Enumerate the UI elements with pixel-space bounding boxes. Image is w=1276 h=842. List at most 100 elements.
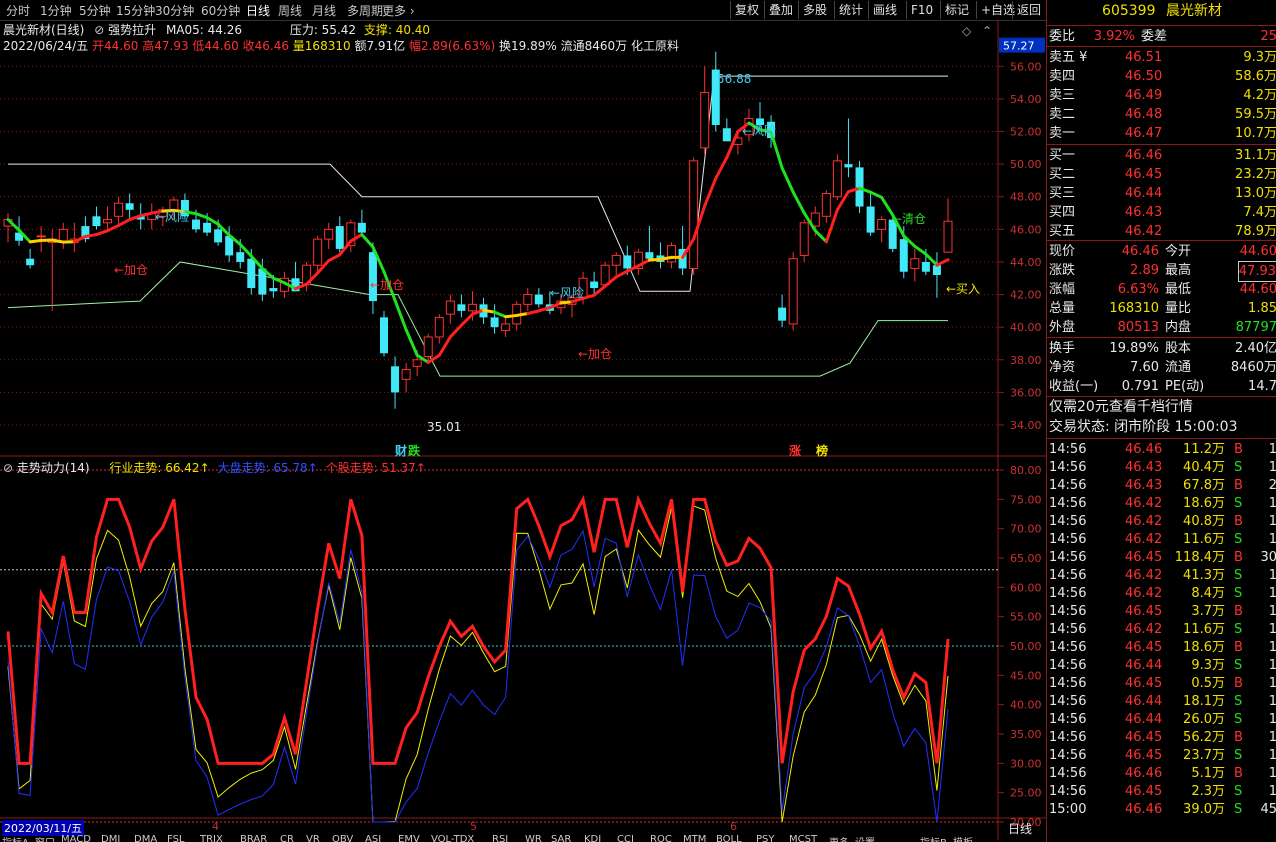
- period-tab-5[interactable]: 60分钟: [201, 2, 240, 19]
- event-rise[interactable]: 涨: [789, 442, 801, 459]
- toolbar-button-6[interactable]: 标记: [940, 1, 973, 19]
- indicator-tab-20[interactable]: MTM: [683, 834, 706, 842]
- event-finance[interactable]: 财: [395, 442, 407, 459]
- indicator-tab-27[interactable]: 模板: [953, 834, 973, 842]
- price-axis-label: 36.00: [1010, 386, 1042, 399]
- indicator-tab-25[interactable]: 设置: [855, 834, 875, 842]
- toolbar-button-3[interactable]: 统计: [834, 1, 867, 19]
- tick-time: 14:56: [1049, 496, 1087, 511]
- period-tab-7[interactable]: 周线: [278, 2, 302, 19]
- candle-body: [832, 160, 842, 198]
- candle-body: [590, 281, 599, 289]
- indicator-tab-17[interactable]: KDJ: [584, 834, 601, 842]
- tick-count: 1: [1269, 566, 1276, 585]
- promo-link[interactable]: 仅需20元查看千档行情: [1049, 398, 1276, 417]
- indicator-tab-1[interactable]: 窗口: [35, 834, 55, 842]
- indicator-tab-8[interactable]: CR: [280, 834, 294, 842]
- candle-body: [401, 369, 411, 380]
- indicator-tab-23[interactable]: MCST: [789, 834, 817, 842]
- indicator-tabs: 指标A 窗口 MACD DMI DMA FSL TRIX BRAR CR VR OBV ASI EMV V…: [0, 834, 1046, 842]
- candle-body: [467, 303, 477, 312]
- diamond-icon[interactable]: ◇: [962, 24, 971, 38]
- stat-label: 换手: [1049, 341, 1076, 356]
- period-tab-6[interactable]: 日线: [246, 2, 270, 19]
- toolbar-button-1[interactable]: 叠加: [764, 1, 797, 19]
- event-list[interactable]: 榜: [816, 442, 828, 459]
- period-tab-8[interactable]: 月线: [312, 2, 336, 19]
- collapse-icon[interactable]: ⊘: [94, 23, 104, 37]
- ma-line-segment: [482, 308, 497, 314]
- period-tab-10[interactable]: 更多 ›: [382, 2, 415, 19]
- indicator-tab-2[interactable]: MACD: [61, 834, 91, 842]
- chevron-up-icon[interactable]: ⌃: [982, 24, 992, 38]
- ask-label: 卖一: [1049, 126, 1076, 141]
- stat-value: 6.63%: [1117, 282, 1159, 297]
- tick-time: 14:56: [1049, 622, 1087, 637]
- quote-panel: 605399 晨光新材 委比 3.92% 委差 25 卖五 ¥ 46.51 9.3万…: [1046, 0, 1276, 842]
- bar-open: 开44.60: [92, 39, 139, 53]
- stat-value: 19.89%: [1109, 341, 1159, 356]
- kline-chart[interactable]: 56.00 54.00 52.00 50.00 48.00 46.00 44.00 42.00…: [0, 20, 1046, 842]
- indicator-tab-13[interactable]: VOL-TDX: [431, 834, 474, 842]
- tick-direction: S: [1234, 568, 1243, 583]
- indicator-tab-21[interactable]: BOLL: [716, 834, 742, 842]
- indicator-tab-10[interactable]: OBV: [332, 834, 353, 842]
- period-tab-2[interactable]: 5分钟: [79, 2, 111, 19]
- toolbar-button-0[interactable]: 复权: [730, 1, 763, 19]
- tick-direction: S: [1234, 622, 1243, 637]
- indicator-tab-3[interactable]: DMI: [101, 834, 120, 842]
- tick-time: 14:56: [1049, 568, 1087, 583]
- indicator-tab-6[interactable]: TRIX: [200, 834, 223, 842]
- indicator-tab-19[interactable]: ROC: [650, 834, 672, 842]
- indicator-tab-7[interactable]: BRAR: [240, 834, 267, 842]
- toolbar-button-8[interactable]: 返回: [1012, 1, 1045, 19]
- indicator-tab-11[interactable]: ASI: [365, 834, 381, 842]
- toolbar-button-5[interactable]: F10: [906, 1, 937, 19]
- ma-line-segment: [393, 298, 408, 332]
- bar-date: 2022/06/24/五: [3, 39, 89, 53]
- tick-time: 14:56: [1049, 694, 1087, 709]
- indicator-tab-5[interactable]: FSL: [167, 834, 185, 842]
- toolbar-button-2[interactable]: 多股: [798, 1, 831, 19]
- pressure-value: 压力: 55.42: [289, 23, 357, 37]
- indicator-tab-26[interactable]: 指标B: [920, 834, 947, 842]
- ma-line-segment: [515, 311, 530, 317]
- indicator-tab-12[interactable]: EMV: [398, 834, 420, 842]
- collapse-icon[interactable]: ⊘: [3, 461, 13, 475]
- tick-volume: 118.4万: [1174, 550, 1225, 565]
- indicator-tab-15[interactable]: WR: [525, 834, 542, 842]
- candle-body: [423, 336, 433, 358]
- indicator-tab-4[interactable]: DMA: [134, 834, 157, 842]
- price-axis-label: 50.00: [1010, 158, 1042, 171]
- candle-body: [92, 216, 101, 227]
- indicator-tab-24[interactable]: 更多: [829, 834, 849, 842]
- candle-body: [645, 252, 654, 259]
- indicator-tab-22[interactable]: PSY: [756, 834, 775, 842]
- ma-line-segment: [437, 335, 452, 357]
- indicator-name[interactable]: 强势拉升: [108, 23, 156, 37]
- price-axis-label: 34.00: [1010, 419, 1042, 432]
- indicator-tab-9[interactable]: VR: [306, 834, 320, 842]
- stat-value: 44.60: [1239, 282, 1276, 297]
- period-tab-9[interactable]: 多周期: [347, 2, 383, 19]
- indicator-tab-14[interactable]: RSI: [492, 834, 508, 842]
- ma-line-segment: [813, 229, 828, 244]
- lower-panel-title[interactable]: 走势动力(14): [17, 461, 90, 475]
- tick-count: 1: [1269, 584, 1276, 603]
- indicator-tab-16[interactable]: SAR: [551, 834, 571, 842]
- quote-stat-row: 收益(一) 0.791 PE(动) 14.7: [1047, 377, 1276, 396]
- bar-turnover: 换19.89%: [499, 39, 557, 53]
- divider: [1047, 25, 1276, 26]
- period-tab-1[interactable]: 1分钟: [40, 2, 72, 19]
- high-label: 56.88: [717, 72, 752, 86]
- period-tab-0[interactable]: 分时: [6, 2, 30, 19]
- period-tab-4[interactable]: 30分钟: [155, 2, 194, 19]
- tick-time: 14:56: [1049, 766, 1087, 781]
- bar-close: 收46.46: [242, 39, 289, 53]
- event-fall[interactable]: 跌: [408, 442, 420, 459]
- indicator-tab-18[interactable]: CCI: [617, 834, 634, 842]
- indicator-tab-0[interactable]: 指标A: [2, 834, 29, 842]
- period-tab-3[interactable]: 15分钟: [116, 2, 155, 19]
- toolbar-button-4[interactable]: 画线: [868, 1, 901, 19]
- current-price-label: 57.27: [1003, 40, 1035, 53]
